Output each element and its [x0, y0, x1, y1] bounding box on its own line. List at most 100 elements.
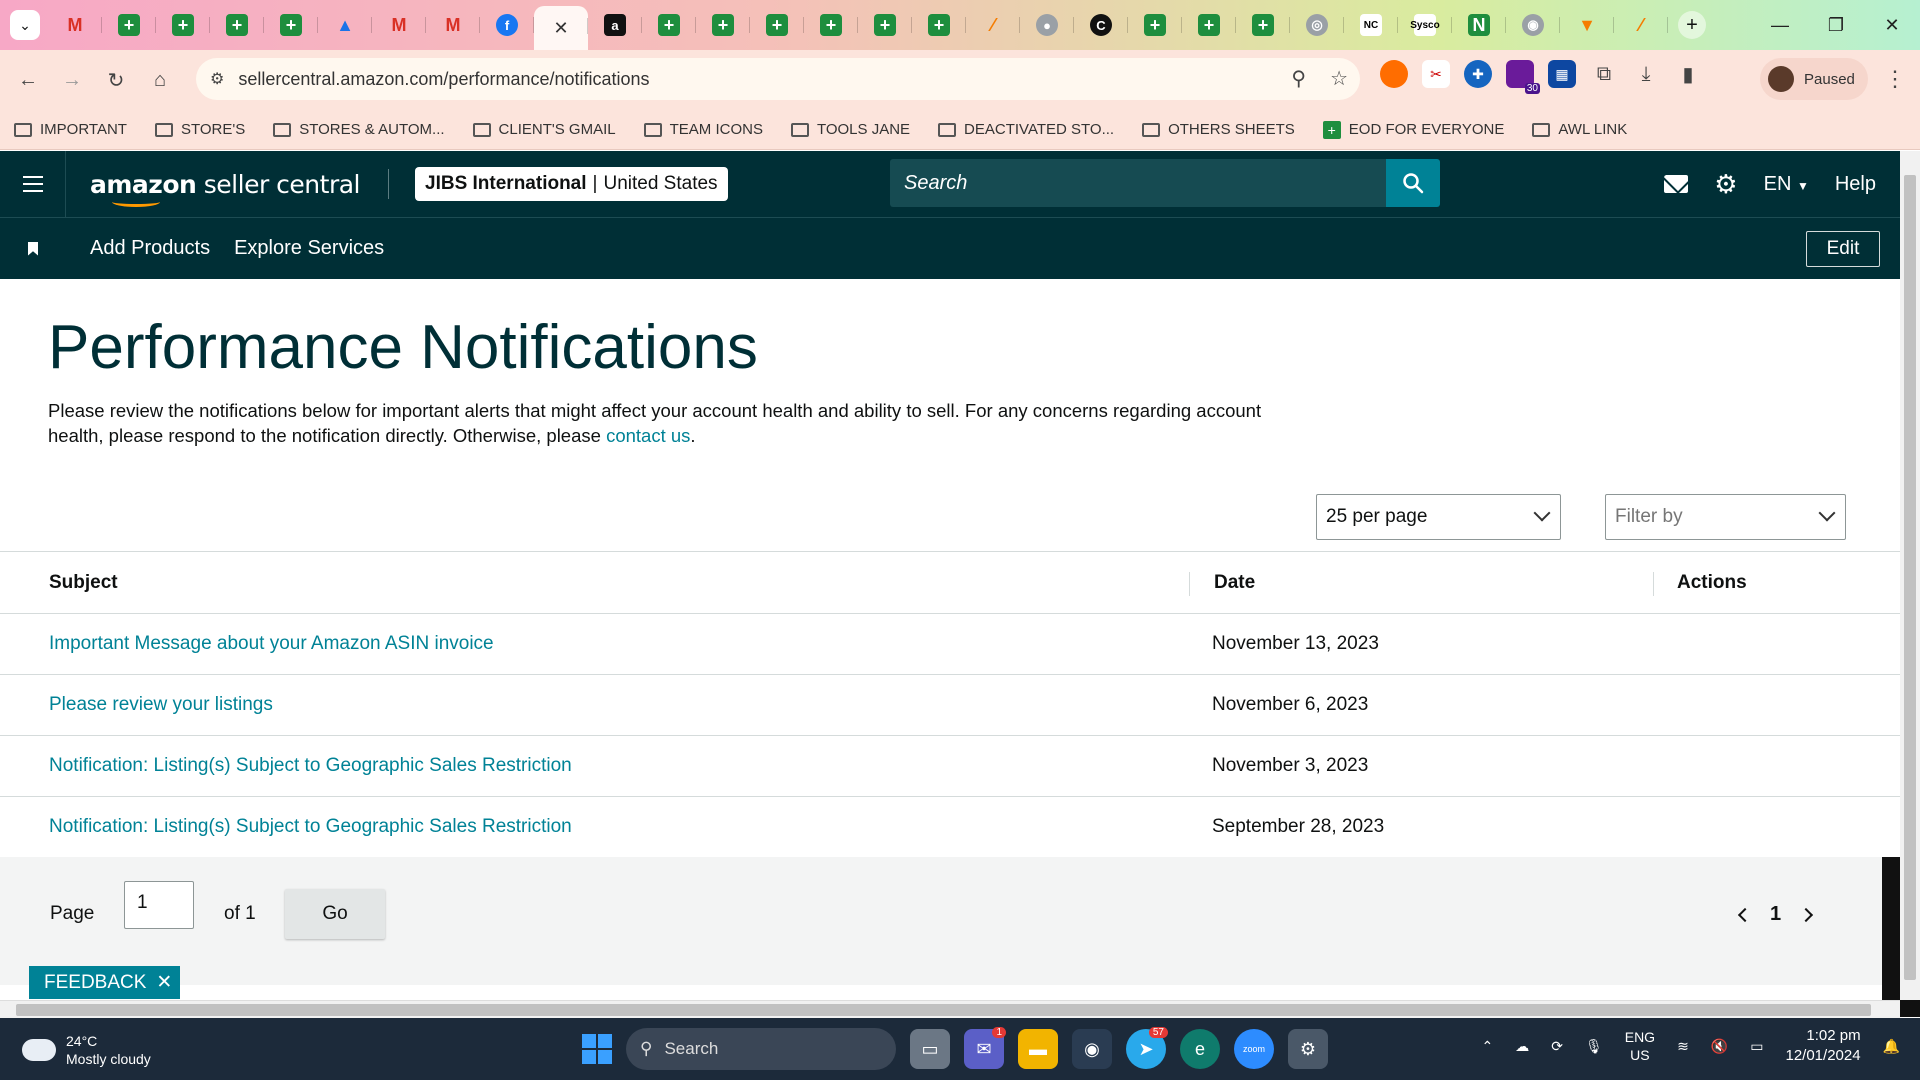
- notification-subject-link[interactable]: Notification: Listing(s) Subject to Geog…: [49, 755, 572, 777]
- browser-tab[interactable]: +: [264, 5, 318, 45]
- notification-subject-link[interactable]: Please review your listings: [49, 694, 273, 716]
- browser-tab[interactable]: NC: [1344, 5, 1398, 45]
- close-icon[interactable]: ✕: [550, 17, 572, 39]
- browser-tab[interactable]: a: [588, 5, 642, 45]
- bookmark-item[interactable]: AWL LINK: [1532, 121, 1627, 138]
- tray-chevron-icon[interactable]: ⌃: [1481, 1038, 1493, 1055]
- zoom-icon[interactable]: ⚲: [1291, 66, 1306, 91]
- browser-tab[interactable]: C: [1074, 5, 1128, 45]
- teams-icon[interactable]: ✉ 1: [964, 1027, 1006, 1069]
- windows-start-icon[interactable]: [582, 1034, 612, 1064]
- bookmark-item[interactable]: OTHERS SHEETS: [1142, 121, 1295, 138]
- restore-icon[interactable]: ❐: [1808, 0, 1864, 50]
- browser-tab[interactable]: ◎: [1290, 5, 1344, 45]
- extension-grid-icon[interactable]: ▦: [1548, 60, 1576, 88]
- notification-subject-link[interactable]: Notification: Listing(s) Subject to Geog…: [49, 816, 572, 838]
- browser-tab[interactable]: +: [642, 5, 696, 45]
- contact-us-link[interactable]: contact us: [606, 425, 690, 446]
- site-info-icon[interactable]: ⚙: [210, 69, 224, 89]
- feedback-close-icon[interactable]: ✕: [156, 971, 172, 994]
- browser-tab[interactable]: +: [1182, 5, 1236, 45]
- file-explorer-icon[interactable]: ▬: [1018, 1029, 1058, 1069]
- previous-page-icon[interactable]: [1737, 907, 1753, 922]
- browser-tab[interactable]: ⁄: [966, 5, 1020, 45]
- browser-tab[interactable]: +: [858, 5, 912, 45]
- notification-subject-link[interactable]: Important Message about your Amazon ASIN…: [49, 633, 494, 655]
- tab-active[interactable]: ✕: [534, 6, 588, 50]
- browser-tab[interactable]: ◉: [1506, 5, 1560, 45]
- bookmark-item[interactable]: + EOD FOR EVERYONE: [1322, 120, 1504, 139]
- browser-tab[interactable]: ▲: [318, 5, 372, 45]
- chrome-icon[interactable]: ◉: [1072, 1029, 1112, 1069]
- next-page-icon[interactable]: [1799, 907, 1814, 922]
- mail-icon[interactable]: [1664, 175, 1689, 193]
- tab-search-button[interactable]: ⌄: [10, 10, 40, 40]
- page-number-input[interactable]: 1: [124, 881, 194, 929]
- settings-gear-icon[interactable]: ⚙: [1714, 169, 1737, 200]
- bookmark-item[interactable]: STORES & AUTOM...: [273, 121, 445, 138]
- amazon-seller-central-logo[interactable]: amazon seller central: [90, 170, 360, 207]
- bookmark-item[interactable]: CLIENT'S GMAIL: [472, 121, 616, 138]
- header-subject[interactable]: Subject: [49, 572, 118, 594]
- extension-calendar-icon[interactable]: 30: [1506, 60, 1540, 94]
- bookmark-item[interactable]: TEAM ICONS: [643, 121, 763, 138]
- browser-tab[interactable]: ▼: [1560, 5, 1614, 45]
- bookmark-icon[interactable]: [0, 241, 66, 256]
- browser-tab[interactable]: +: [210, 5, 264, 45]
- browser-tab[interactable]: M: [48, 5, 102, 45]
- extension-circle-icon[interactable]: ✚: [1464, 60, 1492, 88]
- edit-button[interactable]: Edit: [1806, 231, 1880, 267]
- new-tab-button[interactable]: +: [1678, 11, 1706, 39]
- help-link[interactable]: Help: [1835, 173, 1876, 196]
- home-icon[interactable]: ⌂: [138, 58, 182, 102]
- back-icon[interactable]: ←: [6, 58, 50, 102]
- taskbar-search[interactable]: ⚲ Search: [626, 1028, 896, 1070]
- zoom-icon[interactable]: zoom: [1234, 1029, 1274, 1069]
- bookmark-star-icon[interactable]: ☆: [1330, 66, 1348, 91]
- browser-tab[interactable]: Sysco: [1398, 5, 1452, 45]
- battery-icon[interactable]: ▭: [1750, 1038, 1763, 1055]
- task-view-icon[interactable]: ▭: [910, 1029, 950, 1069]
- reload-icon[interactable]: ↻: [94, 58, 138, 102]
- bookmark-item[interactable]: STORE'S: [154, 121, 245, 138]
- extensions-puzzle-icon[interactable]: ⧉: [1590, 60, 1618, 88]
- browser-tab[interactable]: M: [372, 5, 426, 45]
- browser-tab[interactable]: +: [1236, 5, 1290, 45]
- language-selector[interactable]: EN ▼: [1764, 173, 1809, 196]
- download-icon[interactable]: ⤓: [1632, 60, 1660, 88]
- settings-icon[interactable]: ⚙: [1288, 1029, 1328, 1069]
- browser-tab[interactable]: +: [102, 5, 156, 45]
- address-bar[interactable]: ⚙ sellercentral.amazon.com/performance/n…: [196, 58, 1360, 100]
- profile-button[interactable]: Paused: [1760, 58, 1868, 100]
- telegram-icon[interactable]: ➤ 57: [1126, 1027, 1168, 1069]
- weather-widget[interactable]: 24°C Mostly cloudy: [16, 1031, 151, 1068]
- browser-tab[interactable]: +: [804, 5, 858, 45]
- browser-tab[interactable]: N: [1452, 5, 1506, 45]
- browser-tab[interactable]: +: [156, 5, 210, 45]
- explore-services-link[interactable]: Explore Services: [234, 237, 384, 260]
- extension-firefox-icon[interactable]: [1380, 60, 1408, 88]
- mute-icon[interactable]: 🔇: [1711, 1038, 1728, 1055]
- extension-keepa-icon[interactable]: ✂: [1422, 60, 1450, 88]
- search-button[interactable]: [1386, 159, 1440, 207]
- minimize-icon[interactable]: —: [1752, 0, 1808, 50]
- hamburger-menu-icon[interactable]: [0, 151, 66, 217]
- horizontal-scrollbar[interactable]: [0, 1000, 1900, 1018]
- vertical-scroll-thumb[interactable]: [1904, 175, 1916, 980]
- side-panel-icon[interactable]: ▮: [1674, 60, 1702, 88]
- per-page-select[interactable]: 25 per page: [1316, 494, 1561, 540]
- bookmark-item[interactable]: IMPORTANT: [14, 121, 127, 138]
- browser-tab[interactable]: f: [480, 5, 534, 45]
- filter-select[interactable]: Filter by: [1605, 494, 1846, 540]
- browser-tab[interactable]: ⁄: [1614, 5, 1668, 45]
- current-page[interactable]: 1: [1770, 903, 1781, 926]
- browser-tab[interactable]: ●: [1020, 5, 1074, 45]
- search-input[interactable]: Search: [890, 159, 1386, 207]
- vertical-scrollbar[interactable]: [1900, 151, 1920, 1000]
- wifi-icon[interactable]: ≋: [1677, 1038, 1689, 1055]
- browser-tab[interactable]: +: [696, 5, 750, 45]
- bookmark-item[interactable]: TOOLS JANE: [790, 121, 910, 138]
- close-window-icon[interactable]: ✕: [1864, 0, 1920, 50]
- bookmark-item[interactable]: DEACTIVATED STO...: [938, 121, 1114, 138]
- clock[interactable]: 1:02 pm 12/01/2024: [1785, 1026, 1860, 1066]
